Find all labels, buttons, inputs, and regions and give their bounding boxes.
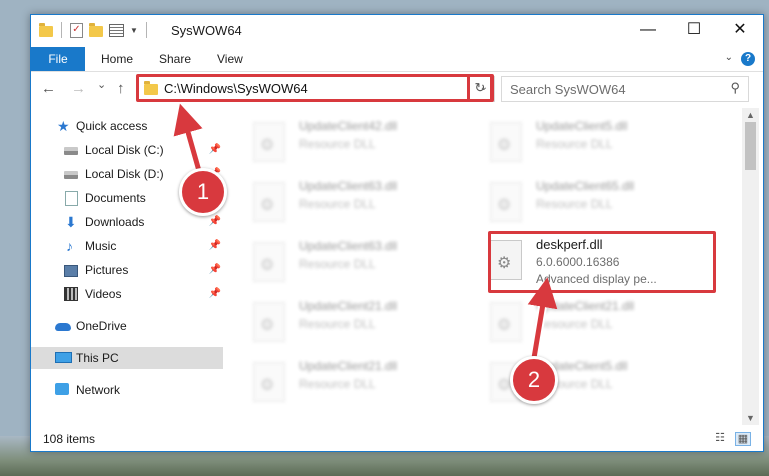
step-badge-2: 2 (510, 356, 558, 404)
step-badge-1: 1 (179, 168, 227, 216)
annotation-arrows (173, 103, 558, 369)
